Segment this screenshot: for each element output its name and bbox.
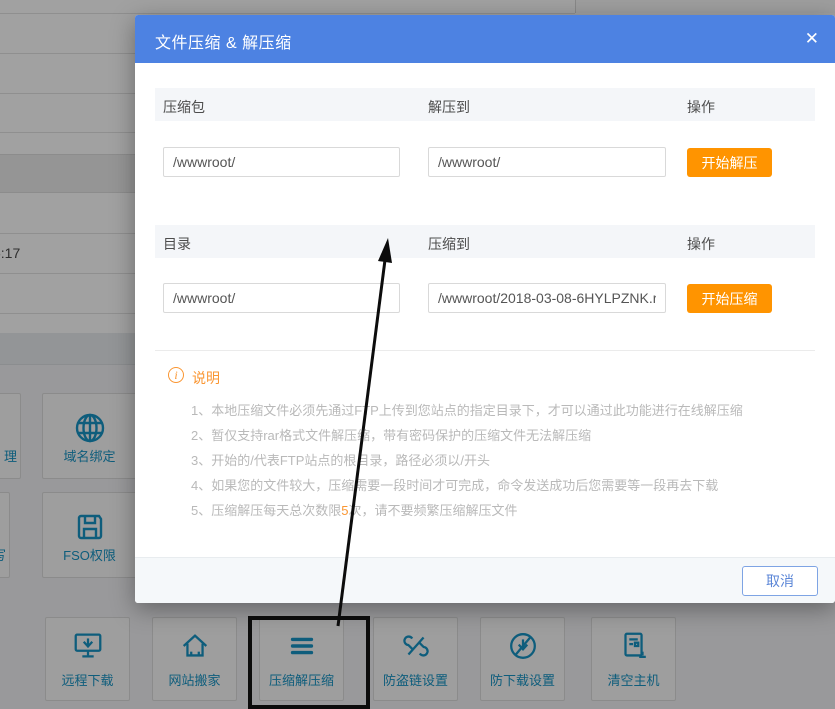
archive-path-input[interactable]: [163, 147, 400, 177]
dialog-footer: 取消: [135, 557, 835, 603]
decompress-header-row: 压缩包 解压到 操作: [155, 88, 815, 121]
dialog-header: 文件压缩 & 解压缩 ✕: [135, 15, 835, 63]
column-label-action: 操作: [687, 97, 715, 117]
note-text: 次，请不要频繁压缩解压文件: [348, 503, 517, 518]
column-label-compress-to: 压缩到: [428, 234, 470, 254]
compress-header-row: 目录 压缩到 操作: [155, 225, 815, 258]
app-screen: 6:17 理 域名绑定 写: [0, 0, 835, 709]
info-circle-icon: i: [168, 367, 184, 383]
dialog-title: 文件压缩 & 解压缩: [155, 29, 292, 53]
compression-dialog: 文件压缩 & 解压缩 ✕ 压缩包 解压到 操作 开始解压 目录 压缩到 操作 开…: [135, 15, 835, 603]
compress-target-input[interactable]: [428, 283, 666, 313]
column-label-extract-to: 解压到: [428, 97, 470, 117]
note-item: 1、本地压缩文件必须先通过FTP上传到您站点的指定目录下，才可以通过此功能进行在…: [191, 398, 805, 423]
notes-list: 1、本地压缩文件必须先通过FTP上传到您站点的指定目录下，才可以通过此功能进行在…: [191, 398, 805, 523]
cancel-button[interactable]: 取消: [742, 566, 818, 596]
note-item: 5、压缩解压每天总次数限5次，请不要频繁压缩解压文件: [191, 498, 805, 523]
note-item: 3、开始的/代表FTP站点的根目录，路径必须以/开头: [191, 448, 805, 473]
column-label-action: 操作: [687, 234, 715, 254]
notes-title: 说明: [192, 368, 220, 388]
note-text: 5、压缩解压每天总次数限: [191, 503, 341, 518]
close-icon[interactable]: ✕: [805, 28, 819, 50]
section-divider: [155, 350, 815, 351]
column-label-archive: 压缩包: [163, 97, 205, 117]
extract-target-input[interactable]: [428, 147, 666, 177]
note-item: 2、暂仅支持rar格式文件解压缩，带有密码保护的压缩文件无法解压缩: [191, 423, 805, 448]
column-label-directory: 目录: [163, 234, 191, 254]
compress-dir-input[interactable]: [163, 283, 400, 313]
start-compress-button[interactable]: 开始压缩: [687, 284, 772, 313]
start-decompress-button[interactable]: 开始解压: [687, 148, 772, 177]
annotation-highlight-box: [248, 616, 370, 709]
note-item: 4、如果您的文件较大，压缩需要一段时间才可完成，命令发送成功后您需要等一段再去下…: [191, 473, 805, 498]
